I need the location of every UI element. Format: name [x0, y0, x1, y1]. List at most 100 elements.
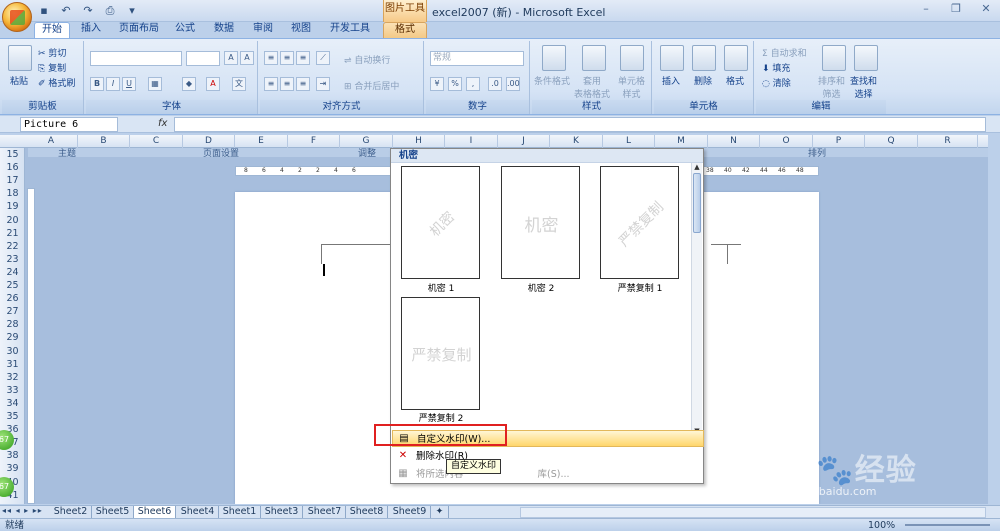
row-number[interactable]: 30 [0, 345, 25, 358]
decrease-decimal-icon[interactable]: .00 [506, 77, 520, 91]
orientation-icon[interactable]: ⟋ [316, 51, 330, 65]
column-letter[interactable]: F [288, 135, 340, 148]
font-color-icon[interactable]: A [206, 77, 220, 91]
watermark-option-confidential-2[interactable]: 机密 [501, 166, 580, 279]
row-number[interactable]: 19 [0, 200, 25, 213]
column-letter[interactable]: J [498, 135, 550, 148]
indent-icon[interactable]: ⇥ [316, 77, 330, 91]
row-number[interactable]: 33 [0, 384, 25, 397]
row-number[interactable]: 27 [0, 305, 25, 318]
comma-icon[interactable]: , [466, 77, 480, 91]
column-letter[interactable]: H [393, 135, 445, 148]
format-painter-button[interactable]: ✐ 格式刷 [38, 76, 75, 89]
close-button[interactable]: ✕ [978, 2, 994, 15]
row-number[interactable]: 20 [0, 214, 25, 227]
tab-insert[interactable]: 插入 [76, 22, 106, 38]
tab-developer[interactable]: 开发工具 [324, 22, 376, 38]
redo-icon[interactable]: ↷ [80, 3, 96, 19]
insert-cells-button[interactable]: 插入 [662, 74, 680, 87]
column-letter[interactable]: I [445, 135, 498, 148]
row-number[interactable]: 35 [0, 410, 25, 423]
delete-cells-button[interactable]: 删除 [694, 74, 712, 87]
row-number[interactable]: 25 [0, 279, 25, 292]
shrink-font-icon[interactable]: A [240, 51, 254, 65]
column-letter[interactable]: E [235, 135, 288, 148]
find-select-button[interactable]: 查找和 选择 [850, 74, 877, 100]
row-number[interactable]: 16 [0, 161, 25, 174]
column-letter[interactable]: K [550, 135, 603, 148]
font-name-combo[interactable] [90, 51, 182, 66]
wrap-text-button[interactable]: ⇌ 自动换行 [344, 53, 390, 66]
scroll-thumb[interactable] [693, 173, 701, 233]
tab-data[interactable]: 数据 [208, 22, 240, 38]
column-letter[interactable]: N [708, 135, 760, 148]
tab-formulas[interactable]: 公式 [170, 22, 200, 38]
clear-button[interactable]: ◌ 清除 [762, 76, 791, 89]
row-number[interactable]: 39 [0, 462, 25, 475]
italic-icon[interactable]: I [106, 77, 120, 91]
row-number[interactable]: 38 [0, 449, 25, 462]
gallery-scrollbar[interactable]: ▲ ▼ [691, 163, 702, 435]
merge-center-button[interactable]: ⊞ 合并后居中 [344, 79, 399, 92]
column-letter[interactable]: R [918, 135, 978, 148]
print-preview-icon[interactable]: ⎙ [102, 3, 118, 19]
currency-icon[interactable]: ¥ [430, 77, 444, 91]
row-number[interactable]: 31 [0, 358, 25, 371]
watermark-option-confidential-1[interactable]: 机密 [401, 166, 480, 279]
border-icon[interactable]: ▦ [148, 77, 162, 91]
remove-watermark-menu-item[interactable]: ✕ 删除水印(R) [392, 448, 704, 465]
row-number[interactable]: 23 [0, 253, 25, 266]
cell-styles-button[interactable]: 单元格 样式 [618, 74, 645, 100]
column-letter[interactable]: L [603, 135, 655, 148]
row-number[interactable]: 21 [0, 227, 25, 240]
align-center-icon[interactable]: ≡ [280, 77, 294, 91]
horizontal-scrollbar[interactable] [520, 507, 986, 518]
column-letter[interactable]: P [813, 135, 865, 148]
format-cells-button[interactable]: 格式 [726, 74, 744, 87]
watermark-option-nocopy-2[interactable]: 严禁复制 [401, 297, 480, 410]
fill-color-icon[interactable]: ◆ [182, 77, 196, 91]
insert-function-icon[interactable]: fx [158, 118, 167, 129]
sheet-nav-buttons[interactable]: ◂◂ ◂ ▸ ▸▸ [2, 506, 43, 515]
tab-page-layout[interactable]: 页面布局 [114, 22, 164, 38]
zoom-slider[interactable] [905, 524, 990, 526]
align-middle-icon[interactable]: ≡ [280, 51, 294, 65]
number-format-combo[interactable]: 常规 [430, 51, 524, 66]
row-number[interactable]: 18 [0, 187, 25, 200]
tab-view[interactable]: 视图 [286, 22, 316, 38]
phonetic-icon[interactable]: 文 [232, 77, 246, 91]
percent-icon[interactable]: % [448, 77, 462, 91]
copy-button[interactable]: ⎘ 复制 [38, 61, 66, 74]
row-number[interactable]: 24 [0, 266, 25, 279]
column-letter[interactable]: A [25, 135, 78, 148]
office-button[interactable] [2, 2, 32, 32]
cut-button[interactable]: ✂ 剪切 [38, 46, 66, 59]
row-number[interactable]: 34 [0, 397, 25, 410]
increase-decimal-icon[interactable]: .0 [488, 77, 502, 91]
watermark-option-nocopy-1[interactable]: 严禁复制 [600, 166, 679, 279]
align-left-icon[interactable]: ≡ [264, 77, 278, 91]
row-number[interactable]: 26 [0, 292, 25, 305]
row-number[interactable]: 17 [0, 174, 25, 187]
column-letter[interactable]: O [760, 135, 813, 148]
row-number[interactable]: 32 [0, 371, 25, 384]
font-size-combo[interactable] [186, 51, 220, 66]
name-box[interactable]: Picture 6 [20, 117, 118, 132]
tab-home[interactable]: 开始 [34, 22, 70, 38]
sort-filter-button[interactable]: 排序和 筛选 [818, 74, 845, 100]
underline-icon[interactable]: U [122, 77, 136, 91]
column-letter[interactable]: C [130, 135, 183, 148]
format-as-table-button[interactable]: 套用 表格格式 [574, 74, 610, 100]
scroll-up-icon[interactable]: ▲ [692, 163, 702, 171]
align-top-icon[interactable]: ≡ [264, 51, 278, 65]
column-letter[interactable]: M [655, 135, 708, 148]
customize-qat-icon[interactable]: ▾ [124, 3, 140, 19]
column-letter[interactable]: D [183, 135, 235, 148]
align-right-icon[interactable]: ≡ [296, 77, 310, 91]
row-number[interactable]: 29 [0, 331, 25, 344]
paste-icon[interactable] [8, 45, 32, 71]
tab-review[interactable]: 审阅 [248, 22, 278, 38]
row-number[interactable]: 28 [0, 318, 25, 331]
bold-icon[interactable]: B [90, 77, 104, 91]
minimize-button[interactable]: – [918, 2, 934, 15]
